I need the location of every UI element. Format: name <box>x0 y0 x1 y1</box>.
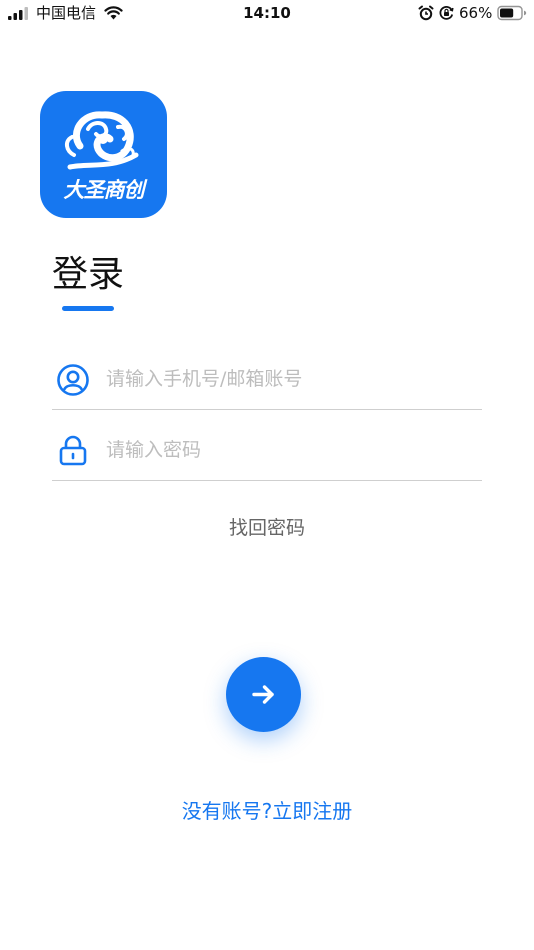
account-input[interactable] <box>106 361 466 397</box>
page-title: 登录 <box>52 254 125 295</box>
battery-percent: 66% <box>459 4 493 22</box>
status-bar: 中国电信 14:10 66% <box>0 0 534 28</box>
password-field-row <box>52 420 482 481</box>
battery-icon <box>497 5 527 21</box>
logo-text: 大圣商创 <box>63 178 145 202</box>
app-logo: 大圣商创 <box>40 91 167 218</box>
arrow-right-icon <box>252 685 274 704</box>
alarm-icon <box>418 5 434 21</box>
password-input[interactable] <box>106 432 466 468</box>
register-link[interactable]: 没有账号?立即注册 <box>0 797 534 825</box>
user-icon <box>57 364 89 396</box>
forgot-password-link[interactable]: 找回密码 <box>0 515 534 541</box>
login-submit-button[interactable] <box>226 657 301 732</box>
lock-icon <box>59 435 87 466</box>
rotation-lock-icon <box>439 6 454 20</box>
account-field-row <box>52 349 482 410</box>
title-underline <box>62 306 114 311</box>
